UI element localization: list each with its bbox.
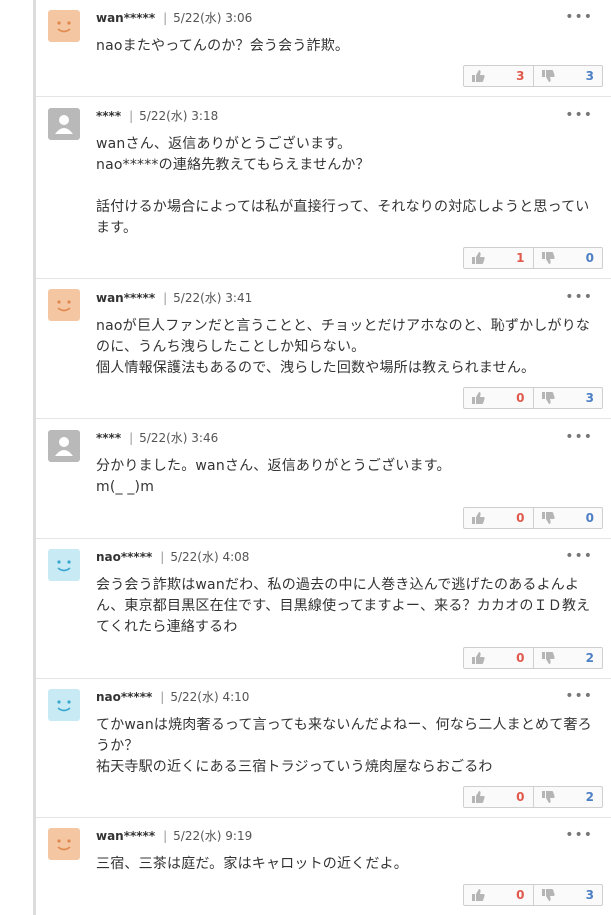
vote-box: 0 0 bbox=[463, 507, 603, 529]
comment-text: 会う会う詐欺はwanだわ、私の過去の中に人巻き込んで逃げたのあるよんよん、東京都… bbox=[96, 577, 591, 635]
comment-meta: **** | 5/22(水) 3:18 bbox=[96, 109, 219, 123]
thumbs-up-icon bbox=[472, 889, 485, 901]
dislike-button[interactable]: 3 bbox=[532, 66, 603, 86]
user-name[interactable]: wan***** bbox=[96, 11, 155, 25]
vote-box: 0 3 bbox=[463, 884, 603, 906]
comment-meta: nao***** | 5/22(水) 4:10 bbox=[96, 690, 250, 704]
dislike-count: 0 bbox=[585, 511, 594, 525]
comment-text: naoが巨人ファンだと言うことと、チョッとだけアホなのと、恥ずかしがりなのに、う… bbox=[96, 318, 591, 376]
like-count: 0 bbox=[516, 391, 525, 405]
vote-box: 0 2 bbox=[463, 786, 603, 808]
comment-text: wanさん、返信ありがとうございます。 nao*****の連絡先教えてもらえませ… bbox=[96, 136, 590, 236]
timestamp: 5/22(水) 3:41 bbox=[173, 291, 253, 305]
dislike-count: 3 bbox=[585, 888, 594, 902]
comment-item: wan***** | 5/22(水) 9:19 ••• 三宿、三茶は庭だ。家はキャロ… bbox=[36, 818, 611, 915]
like-count: 0 bbox=[516, 511, 525, 525]
like-button[interactable]: 0 bbox=[464, 388, 533, 408]
thumbs-down-icon bbox=[541, 889, 555, 901]
thumbs-down-icon bbox=[541, 791, 555, 803]
comment-meta: wan***** | 5/22(水) 3:06 bbox=[96, 11, 253, 25]
dislike-button[interactable]: 0 bbox=[532, 248, 603, 268]
like-count: 0 bbox=[516, 790, 525, 804]
comment-text: 分かりました。wanさん、返信ありがとうございます。 m(_ _)m bbox=[96, 458, 451, 495]
thumbs-up-icon bbox=[472, 392, 485, 404]
dislike-button[interactable]: 3 bbox=[532, 388, 603, 408]
dislike-count: 2 bbox=[585, 651, 594, 665]
avatar[interactable] bbox=[48, 10, 80, 42]
thumbs-down-icon bbox=[541, 70, 555, 82]
thumbs-up-icon bbox=[472, 70, 485, 82]
dislike-count: 3 bbox=[585, 69, 594, 83]
comment-text: 三宿、三茶は庭だ。家はキャロットの近くだよ。 bbox=[96, 856, 408, 872]
like-button[interactable]: 1 bbox=[464, 248, 533, 268]
user-name[interactable]: wan***** bbox=[96, 291, 155, 305]
like-button[interactable]: 0 bbox=[464, 508, 533, 528]
like-button[interactable]: 3 bbox=[464, 66, 533, 86]
vote-box: 0 2 bbox=[463, 647, 603, 669]
timestamp: 5/22(水) 4:10 bbox=[170, 690, 250, 704]
more-dots-icon[interactable]: ••• bbox=[565, 108, 593, 122]
thumbs-up-icon bbox=[472, 512, 485, 524]
thumbs-down-icon bbox=[541, 652, 555, 664]
avatar[interactable] bbox=[48, 108, 80, 140]
vote-box: 0 3 bbox=[463, 387, 603, 409]
user-name[interactable]: nao***** bbox=[96, 690, 152, 704]
timestamp: 5/22(水) 3:46 bbox=[139, 431, 219, 445]
comment-text: てかwanは焼肉奢るって言っても来ないんだよねー、何なら二人まとめて奢ろうか？ … bbox=[96, 717, 592, 775]
more-dots-icon[interactable]: ••• bbox=[565, 828, 593, 842]
avatar[interactable] bbox=[48, 549, 80, 581]
like-count: 0 bbox=[516, 651, 525, 665]
comment-item: nao***** | 5/22(水) 4:10 ••• てかwanは焼肉奢るって言っ… bbox=[36, 679, 611, 818]
dislike-count: 2 bbox=[585, 790, 594, 804]
comment-item: nao***** | 5/22(水) 4:08 ••• 会う会う詐欺はwanだわ、私… bbox=[36, 539, 611, 679]
comment-item: wan***** | 5/22(水) 3:06 ••• naoまたやってんのか？会う… bbox=[36, 0, 611, 97]
user-name[interactable]: **** bbox=[96, 431, 121, 445]
dislike-button[interactable]: 3 bbox=[532, 885, 603, 905]
timestamp: 5/22(水) 4:08 bbox=[170, 550, 250, 564]
like-button[interactable]: 0 bbox=[464, 787, 533, 807]
more-dots-icon[interactable]: ••• bbox=[565, 430, 593, 444]
user-name[interactable]: **** bbox=[96, 109, 121, 123]
timestamp: 5/22(水) 9:19 bbox=[173, 829, 253, 843]
vote-box: 3 3 bbox=[463, 65, 603, 87]
more-dots-icon[interactable]: ••• bbox=[565, 10, 593, 24]
comment-meta: wan***** | 5/22(水) 9:19 bbox=[96, 829, 253, 843]
dislike-count: 3 bbox=[585, 391, 594, 405]
more-dots-icon[interactable]: ••• bbox=[565, 549, 593, 563]
avatar[interactable] bbox=[48, 828, 80, 860]
vote-box: 1 0 bbox=[463, 247, 603, 269]
dislike-count: 0 bbox=[585, 251, 594, 265]
avatar[interactable] bbox=[48, 689, 80, 721]
dislike-button[interactable]: 2 bbox=[532, 648, 603, 668]
comment-item: **** | 5/22(水) 3:18 ••• wanさん、返信ありがとうございます… bbox=[36, 97, 611, 279]
dislike-button[interactable]: 2 bbox=[532, 787, 603, 807]
more-dots-icon[interactable]: ••• bbox=[565, 689, 593, 703]
avatar[interactable] bbox=[48, 289, 80, 321]
comment-item: wan***** | 5/22(水) 3:41 ••• naoが巨人ファンだと言うこ… bbox=[36, 279, 611, 419]
comment-item: **** | 5/22(水) 3:46 ••• 分かりました。wanさん、返信ありが… bbox=[36, 419, 611, 539]
like-count: 3 bbox=[516, 69, 525, 83]
user-name[interactable]: wan***** bbox=[96, 829, 155, 843]
thumbs-up-icon bbox=[472, 791, 485, 803]
comment-meta: wan***** | 5/22(水) 3:41 bbox=[96, 291, 253, 305]
thumbs-down-icon bbox=[541, 252, 555, 264]
thumbs-up-icon bbox=[472, 652, 485, 664]
more-dots-icon[interactable]: ••• bbox=[565, 290, 593, 304]
like-count: 0 bbox=[516, 888, 525, 902]
thumbs-down-icon bbox=[541, 392, 555, 404]
like-button[interactable]: 0 bbox=[464, 885, 533, 905]
timestamp: 5/22(水) 3:18 bbox=[139, 109, 219, 123]
user-name[interactable]: nao***** bbox=[96, 550, 152, 564]
comment-meta: nao***** | 5/22(水) 4:08 bbox=[96, 550, 250, 564]
like-count: 1 bbox=[516, 251, 525, 265]
timestamp: 5/22(水) 3:06 bbox=[173, 11, 253, 25]
thumbs-up-icon bbox=[472, 252, 485, 264]
avatar[interactable] bbox=[48, 430, 80, 462]
comment-meta: **** | 5/22(水) 3:46 bbox=[96, 431, 219, 445]
like-button[interactable]: 0 bbox=[464, 648, 533, 668]
thumbs-down-icon bbox=[541, 512, 555, 524]
dislike-button[interactable]: 0 bbox=[532, 508, 603, 528]
comment-text: naoまたやってんのか？会う会う詐欺。 bbox=[96, 38, 350, 54]
